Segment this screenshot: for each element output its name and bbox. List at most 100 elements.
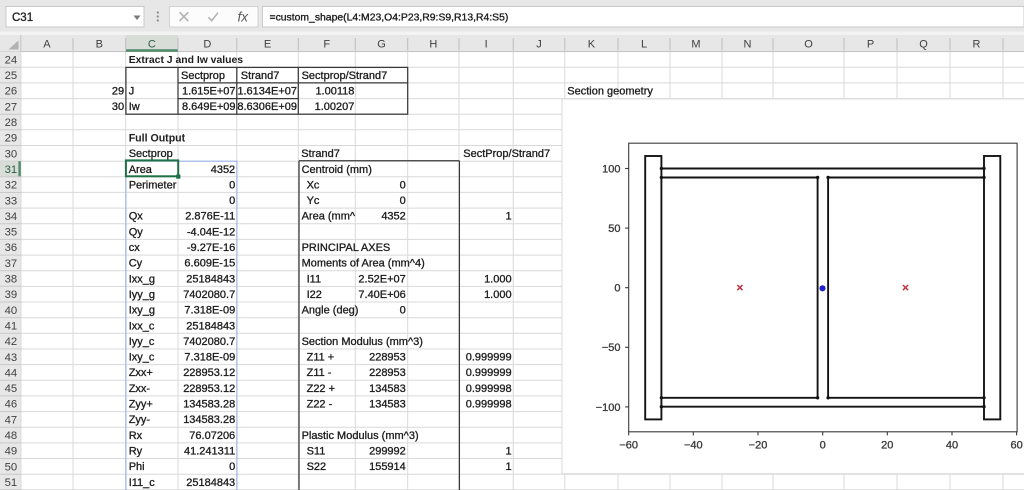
svg-text:Rx: Rx — [129, 430, 143, 442]
svg-text:Z11 +: Z11 + — [307, 352, 335, 364]
svg-text:0: 0 — [400, 305, 406, 317]
svg-text:-4.04E-12: -4.04E-12 — [187, 226, 235, 238]
svg-text:Perimeter: Perimeter — [129, 179, 177, 191]
svg-text:PRINCIPAL AXES: PRINCIPAL AXES — [302, 242, 391, 254]
svg-text:N: N — [744, 39, 752, 51]
svg-text:45: 45 — [5, 383, 18, 395]
svg-text:I: I — [485, 39, 488, 51]
svg-text:Z11 -: Z11 - — [307, 367, 332, 379]
svg-text:40: 40 — [5, 305, 18, 317]
svg-text:100: 100 — [602, 163, 620, 175]
svg-text:134583: 134583 — [369, 399, 406, 411]
svg-text:28: 28 — [5, 117, 18, 129]
svg-text:0.999998: 0.999998 — [466, 399, 512, 411]
svg-text:Plastic Modulus (mm^3): Plastic Modulus (mm^3) — [302, 430, 419, 442]
svg-text:Zyy-: Zyy- — [129, 414, 151, 426]
svg-text:0.999998: 0.999998 — [466, 383, 512, 395]
svg-text:134583.28: 134583.28 — [183, 414, 235, 426]
svg-text:1.6134E+07: 1.6134E+07 — [237, 86, 297, 98]
svg-text:H: H — [429, 39, 437, 51]
svg-text:K: K — [588, 39, 596, 51]
svg-text:Angle (deg): Angle (deg) — [302, 305, 359, 317]
svg-text:32: 32 — [5, 180, 18, 192]
svg-text:I11: I11 — [307, 273, 321, 285]
svg-text:1: 1 — [505, 461, 511, 473]
svg-text:43: 43 — [5, 352, 18, 364]
svg-text:7.318E-09: 7.318E-09 — [184, 352, 235, 364]
svg-text:4352: 4352 — [211, 164, 235, 176]
svg-text:38: 38 — [5, 274, 18, 286]
svg-text:2.52E+07: 2.52E+07 — [358, 273, 405, 285]
svg-text:J: J — [129, 86, 135, 98]
svg-text:1.615E+07: 1.615E+07 — [182, 86, 236, 98]
svg-text:1.00207: 1.00207 — [315, 101, 355, 113]
svg-text:0: 0 — [820, 440, 826, 452]
svg-text:29: 29 — [5, 133, 18, 145]
svg-text:Centroid (mm): Centroid (mm) — [302, 164, 372, 176]
svg-text:Zxx-: Zxx- — [129, 383, 151, 395]
svg-text:C: C — [148, 39, 156, 51]
svg-text:Area: Area — [129, 164, 153, 176]
svg-text:fx: fx — [238, 9, 250, 24]
svg-text:-9.27E-16: -9.27E-16 — [187, 242, 235, 254]
svg-text:Sectprop/Strand7: Sectprop/Strand7 — [302, 70, 388, 82]
svg-text:Q: Q — [919, 39, 928, 51]
svg-text:Ry: Ry — [129, 446, 143, 458]
svg-text:8.649E+09: 8.649E+09 — [182, 101, 236, 113]
svg-text:0: 0 — [400, 179, 406, 191]
svg-text:Ixx_g: Ixx_g — [129, 273, 155, 285]
svg-text:Xc: Xc — [307, 179, 320, 191]
svg-text:−40: −40 — [684, 440, 703, 452]
svg-text:Iw: Iw — [129, 101, 140, 113]
svg-text:24: 24 — [5, 54, 18, 66]
svg-text:42: 42 — [5, 336, 18, 348]
svg-text:Strand7: Strand7 — [241, 70, 280, 82]
svg-text:J: J — [536, 39, 542, 51]
svg-text:A: A — [43, 39, 51, 51]
svg-text:33: 33 — [5, 195, 18, 207]
svg-text:Sectprop: Sectprop — [181, 70, 225, 82]
svg-text:I22: I22 — [307, 289, 322, 301]
svg-text:44: 44 — [5, 367, 18, 379]
svg-text:1.000: 1.000 — [484, 273, 512, 285]
svg-text:B: B — [96, 39, 103, 51]
svg-text:31: 31 — [5, 164, 18, 176]
svg-text:8.6306E+09: 8.6306E+09 — [237, 101, 297, 113]
svg-text:Iyy_g: Iyy_g — [129, 289, 155, 301]
svg-text:46: 46 — [5, 399, 18, 411]
svg-text:O: O — [804, 39, 813, 51]
svg-text:7.318E-09: 7.318E-09 — [184, 305, 235, 317]
svg-text:7402080.7: 7402080.7 — [183, 289, 235, 301]
svg-text:P: P — [867, 39, 874, 51]
svg-text:Sectprop: Sectprop — [129, 148, 173, 160]
svg-text:0: 0 — [400, 195, 406, 207]
svg-text:228953.12: 228953.12 — [183, 367, 235, 379]
svg-text:2.876E-11: 2.876E-11 — [185, 211, 235, 223]
svg-text:S22: S22 — [307, 461, 327, 473]
svg-text:25184843: 25184843 — [186, 320, 235, 332]
svg-text:34: 34 — [5, 211, 18, 223]
svg-text:=custom_shape(L4:M23,O4:P23,R9: =custom_shape(L4:M23,O4:P23,R9:S9,R13,R4… — [270, 13, 509, 24]
svg-text:36: 36 — [5, 242, 18, 254]
svg-text:20: 20 — [881, 440, 893, 452]
svg-text:Section geometry: Section geometry — [567, 86, 653, 98]
svg-text:47: 47 — [5, 414, 18, 426]
svg-text:G: G — [377, 39, 386, 51]
svg-text:Ixy_g: Ixy_g — [129, 305, 155, 317]
svg-text:25: 25 — [5, 70, 18, 82]
svg-text:Z22 +: Z22 + — [307, 383, 335, 395]
svg-text:48: 48 — [5, 430, 18, 442]
svg-text:134583: 134583 — [369, 383, 406, 395]
svg-text:Strand7: Strand7 — [301, 148, 340, 160]
svg-text:Yc: Yc — [307, 195, 320, 207]
svg-text:S11: S11 — [307, 446, 326, 458]
svg-text:228953: 228953 — [369, 352, 406, 364]
svg-text:51: 51 — [5, 477, 18, 489]
svg-text:−100: −100 — [596, 402, 621, 414]
svg-text:37: 37 — [5, 258, 18, 270]
svg-text:−50: −50 — [602, 342, 621, 354]
svg-text:155914: 155914 — [369, 461, 406, 473]
svg-text:Ixy_c: Ixy_c — [129, 352, 155, 364]
svg-text:E: E — [264, 39, 271, 51]
svg-text:Iyy_c: Iyy_c — [129, 336, 155, 348]
